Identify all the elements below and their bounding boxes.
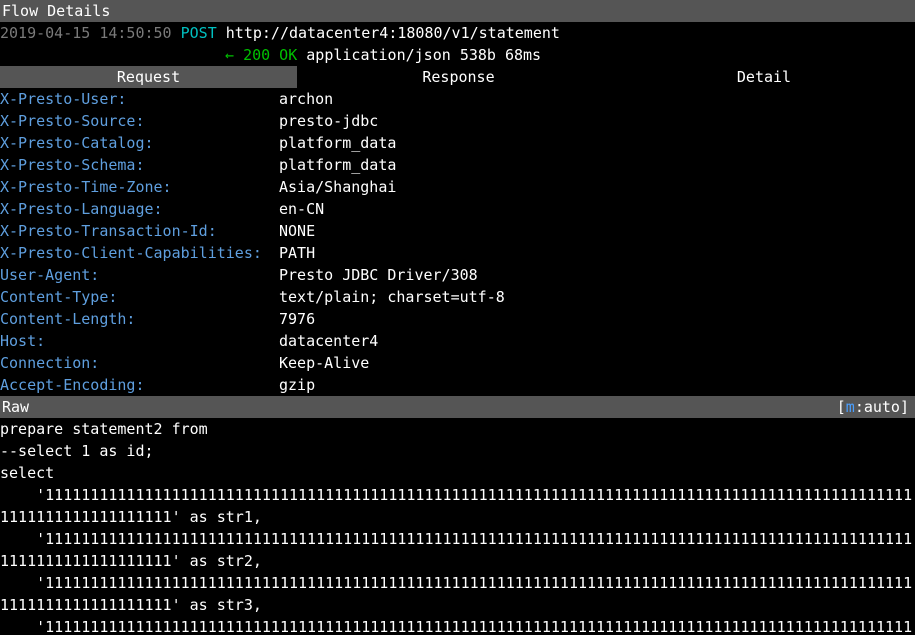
header-row[interactable]: X-Presto-Catalog: platform_data	[0, 132, 915, 154]
body-line: '111111111111111111111111111111111111111…	[0, 486, 913, 504]
body-line: '111111111111111111111111111111111111111…	[0, 530, 913, 548]
header-row[interactable]: X-Presto-Source: presto-jdbc	[0, 110, 915, 132]
header-key: X-Presto-Time-Zone:	[0, 178, 172, 196]
header-row[interactable]: Content-Type: text/plain; charset=utf-8	[0, 286, 915, 308]
flow-url[interactable]: http://datacenter4:18080/v1/statement	[226, 24, 560, 42]
header-row[interactable]: User-Agent: Presto JDBC Driver/308	[0, 264, 915, 286]
body-line: 1111111111111111111' as str3,	[0, 596, 262, 614]
flow-duration: 68ms	[504, 46, 542, 64]
request-headers-list: X-Presto-User: archon X-Presto-Source: pre…	[0, 88, 915, 396]
header-row[interactable]: X-Presto-Language: en-CN	[0, 198, 915, 220]
view-mode-toggle[interactable]: [m:auto]	[837, 396, 915, 418]
header-value: PATH	[279, 244, 316, 262]
header-value: text/plain; charset=utf-8	[279, 288, 505, 306]
flow-method: POST	[180, 24, 217, 42]
response-arrow-icon: ←	[225, 46, 235, 64]
header-key: X-Presto-Client-Capabilities:	[0, 244, 262, 262]
header-row[interactable]: X-Presto-Time-Zone: Asia/Shanghai	[0, 176, 915, 198]
header-key: X-Presto-User:	[0, 90, 127, 108]
flow-content-type: application/json	[306, 46, 451, 64]
header-value: archon	[279, 90, 334, 108]
flow-details-title: Flow Details	[2, 2, 111, 20]
tab-response[interactable]: Response	[297, 66, 620, 88]
header-row[interactable]: X-Presto-Transaction-Id: NONE	[0, 220, 915, 242]
header-value: presto-jdbc	[279, 112, 379, 130]
header-value: Keep-Alive	[279, 354, 370, 372]
body-line: select	[0, 464, 55, 482]
header-key: Content-Length:	[0, 310, 136, 328]
header-value: en-CN	[279, 200, 325, 218]
flow-size: 538b	[459, 46, 496, 64]
header-value: NONE	[279, 222, 316, 240]
terminal-window: Flow Details 2019-04-15 14:50:50 POST ht…	[0, 0, 915, 635]
raw-body-content[interactable]: prepare statement2 from --select 1 as id…	[0, 418, 915, 635]
header-row[interactable]: Content-Length: 7976	[0, 308, 915, 330]
raw-label: Raw	[2, 398, 30, 416]
body-line: 1111111111111111111' as str1,	[0, 508, 262, 526]
flow-request-line: 2019-04-15 14:50:50 POST http://datacent…	[0, 22, 915, 44]
body-line: 1111111111111111111' as str2,	[0, 552, 262, 570]
header-key: X-Presto-Transaction-Id:	[0, 222, 217, 240]
header-key: Host:	[0, 332, 46, 350]
header-key: User-Agent:	[0, 266, 100, 284]
tab-request[interactable]: Request	[0, 66, 297, 88]
header-row[interactable]: Accept-Encoding: gzip	[0, 374, 915, 396]
body-line: prepare statement2 from	[0, 420, 208, 438]
body-line: '111111111111111111111111111111111111111…	[0, 618, 913, 635]
header-row[interactable]: Host: datacenter4	[0, 330, 915, 352]
header-row[interactable]: X-Presto-Schema: platform_data	[0, 154, 915, 176]
flow-response-line: ← 200 OK application/json 538b 68ms	[0, 44, 915, 66]
header-key: X-Presto-Schema:	[0, 156, 145, 174]
tab-detail[interactable]: Detail	[620, 66, 908, 88]
header-key: Content-Type:	[0, 288, 118, 306]
view-mode-key: m	[845, 398, 855, 416]
header-key: Connection:	[0, 354, 100, 372]
header-value: Asia/Shanghai	[279, 178, 397, 196]
header-row[interactable]: X-Presto-Client-Capabilities: PATH	[0, 242, 915, 264]
detail-tabs: Request Response Detail	[0, 66, 915, 88]
flow-timestamp: 2019-04-15 14:50:50	[0, 24, 172, 42]
body-line: '111111111111111111111111111111111111111…	[0, 574, 913, 592]
header-value: platform_data	[279, 156, 397, 174]
header-value: 7976	[279, 310, 316, 328]
header-row[interactable]: Connection: Keep-Alive	[0, 352, 915, 374]
header-key: X-Presto-Language:	[0, 200, 163, 218]
flow-details-title-bar: Flow Details	[0, 0, 915, 22]
header-row[interactable]: X-Presto-User: archon	[0, 88, 915, 110]
body-line: --select 1 as id;	[0, 442, 154, 460]
header-key: Accept-Encoding:	[0, 376, 145, 394]
header-value: Presto JDBC Driver/308	[279, 266, 478, 284]
header-key: X-Presto-Catalog:	[0, 134, 154, 152]
flow-status: 200 OK	[243, 46, 298, 64]
header-value: gzip	[279, 376, 316, 394]
header-value: platform_data	[279, 134, 397, 152]
header-key: X-Presto-Source:	[0, 112, 145, 130]
raw-body-bar: Raw [m:auto]	[0, 396, 915, 418]
header-value: datacenter4	[279, 332, 379, 350]
